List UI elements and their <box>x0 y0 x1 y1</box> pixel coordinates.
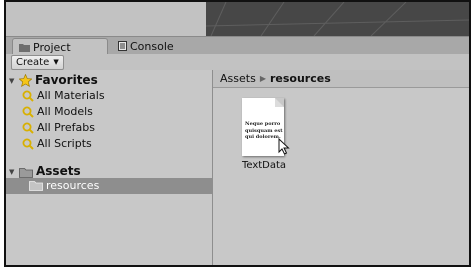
create-label: Create <box>16 57 50 68</box>
mouse-cursor-icon <box>278 137 290 158</box>
page-fold <box>275 98 284 107</box>
scene-view[interactable] <box>206 2 469 36</box>
favorites-item[interactable]: All Models <box>22 104 93 120</box>
folder-icon <box>29 180 43 196</box>
breadcrumb-separator-icon: ▶ <box>259 74 266 83</box>
scene-grid <box>206 2 469 36</box>
chevron-down-icon: ▼ <box>53 58 59 66</box>
assets-content-panel: Assets ▶ resources Neque porro quisquam es… <box>213 70 469 265</box>
favorites-item-label: All Prefabs <box>37 121 95 134</box>
breadcrumb: Assets ▶ resources <box>213 70 469 88</box>
tab-console-label: Console <box>130 40 174 53</box>
favorites-header[interactable]: ▼ Favorites <box>9 72 98 88</box>
expand-arrow-icon[interactable]: ▼ <box>9 73 19 89</box>
assets-header[interactable]: ▼ Assets <box>9 163 81 179</box>
breadcrumb-current[interactable]: resources <box>270 72 331 85</box>
resources-folder-row[interactable]: resources <box>6 178 212 194</box>
asset-name: TextData <box>241 160 287 171</box>
project-sidebar: ▼ Favorites All Materials All Models All… <box>6 70 213 265</box>
tab-console[interactable]: Console <box>112 38 192 55</box>
favorites-item-label: All Models <box>37 105 93 118</box>
search-icon <box>22 138 34 155</box>
unity-editor-window: Project Console Create ▼ ▼ Favorites All… <box>4 0 471 267</box>
asset-tile-textdata[interactable]: Neque porro quisquam est qui dolorem. Te… <box>233 98 295 178</box>
resources-folder-label: resources <box>46 179 100 192</box>
tab-project-label: Project <box>33 41 71 54</box>
favorites-label: Favorites <box>35 73 98 87</box>
project-toolbar: Create ▼ <box>6 54 469 71</box>
favorites-item-label: All Scripts <box>37 137 92 150</box>
favorites-item-label: All Materials <box>37 89 105 102</box>
create-dropdown-button[interactable]: Create ▼ <box>11 55 64 70</box>
breadcrumb-root[interactable]: Assets <box>220 72 256 85</box>
panel-tab-bar: Project Console <box>6 36 469 55</box>
favorites-item[interactable]: All Materials <box>22 88 105 104</box>
tab-project[interactable]: Project <box>12 38 108 55</box>
favorites-item[interactable]: All Prefabs <box>22 120 95 136</box>
assets-label: Assets <box>36 164 81 178</box>
favorites-item[interactable]: All Scripts <box>22 136 92 152</box>
